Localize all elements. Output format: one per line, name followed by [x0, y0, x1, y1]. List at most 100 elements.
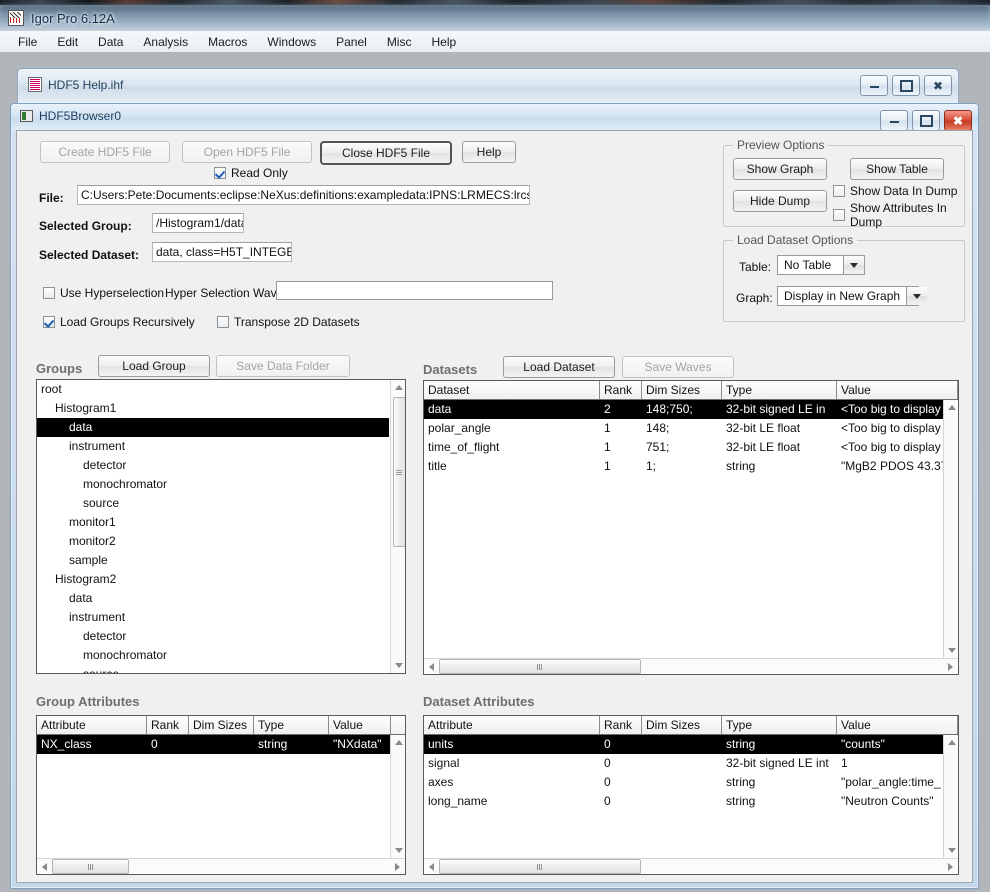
column-header[interactable]: Attribute — [424, 716, 600, 734]
table-row[interactable]: signal032-bit signed LE int1 — [424, 754, 958, 773]
browser-window-controls[interactable]: ✖ — [880, 110, 972, 131]
scroll-left-icon[interactable] — [424, 859, 439, 874]
help-window-controls[interactable]: ✖ — [860, 75, 952, 96]
scroll-down-icon[interactable] — [391, 658, 406, 673]
help-minimize-button[interactable] — [860, 75, 888, 96]
group-tree-item[interactable]: detector — [37, 627, 389, 646]
groups-tree-items[interactable]: rootHistogram1datainstrumentdetectormono… — [37, 380, 389, 674]
graph-popup-menu[interactable]: Display in New Graph — [777, 286, 919, 306]
table-row[interactable]: units0string"counts" — [424, 735, 958, 754]
group-tree-item[interactable]: detector — [37, 456, 389, 475]
read-only-checkbox[interactable]: Read Only — [214, 166, 288, 180]
column-header[interactable]: Type — [254, 716, 329, 734]
create-hdf5-file-button[interactable]: Create HDF5 File — [40, 141, 170, 163]
group-tree-item[interactable]: monochromator — [37, 475, 389, 494]
table-row[interactable]: long_name0string"Neutron Counts" — [424, 792, 958, 811]
browser-restore-button[interactable] — [912, 110, 940, 131]
scroll-left-icon[interactable] — [424, 659, 439, 674]
dataset-attributes-vscrollbar[interactable] — [943, 735, 958, 858]
hyper-selection-wave-input[interactable] — [276, 281, 553, 300]
selected-dataset-field[interactable]: data, class=H5T_INTEGER — [152, 242, 292, 262]
column-header[interactable]: Attribute — [37, 716, 147, 734]
load-dataset-button[interactable]: Load Dataset — [503, 356, 615, 378]
group-tree-item[interactable]: data — [37, 589, 389, 608]
column-header[interactable]: Rank — [600, 381, 642, 399]
file-path-field[interactable]: C:Users:Pete:Documents:eclipse:NeXus:def… — [77, 185, 530, 205]
groups-tree-listbox[interactable]: rootHistogram1datainstrumentdetectormono… — [36, 379, 406, 674]
menu-analysis[interactable]: Analysis — [133, 33, 198, 51]
scroll-down-icon[interactable] — [944, 643, 959, 658]
show-data-in-dump-checkbox[interactable]: Show Data In Dump — [833, 184, 957, 198]
table-row[interactable]: axes0string"polar_angle:time_ — [424, 773, 958, 792]
column-header[interactable]: Value — [837, 381, 958, 399]
group-attributes-vscrollbar[interactable] — [390, 735, 405, 858]
menu-panel[interactable]: Panel — [326, 33, 377, 51]
table-row[interactable]: time_of_flight1751;32-bit LE float<Too b… — [424, 438, 958, 457]
column-header[interactable]: Type — [722, 381, 837, 399]
datasets-hscroll-thumb[interactable] — [439, 659, 641, 674]
group-tree-item[interactable]: Histogram2 — [37, 570, 389, 589]
table-row[interactable]: title11;string"MgB2 PDOS 43.37 — [424, 457, 958, 476]
group-tree-item[interactable]: Histogram1 — [37, 399, 389, 418]
menu-macros[interactable]: Macros — [198, 33, 257, 51]
save-data-folder-button[interactable]: Save Data Folder — [216, 355, 350, 377]
scroll-down-icon[interactable] — [944, 843, 959, 858]
dataset-attributes-body[interactable]: units0string"counts"signal032-bit signed… — [424, 735, 958, 811]
browser-minimize-button[interactable] — [880, 110, 908, 131]
menu-data[interactable]: Data — [88, 33, 133, 51]
column-header[interactable]: Rank — [600, 716, 642, 734]
scroll-right-icon[interactable] — [943, 659, 958, 674]
group-tree-item[interactable]: source — [37, 494, 389, 513]
show-attributes-in-dump-checkbox[interactable]: Show Attributes In Dump — [833, 201, 972, 229]
datasets-table[interactable]: DatasetRankDim SizesTypeValue data2148;7… — [423, 380, 959, 675]
group-attributes-body[interactable]: NX_class0string"NXdata" — [37, 735, 405, 754]
groups-scroll-thumb[interactable] — [393, 397, 406, 547]
group-tree-item[interactable]: instrument — [37, 437, 389, 456]
column-header[interactable]: Dim Sizes — [642, 716, 722, 734]
menu-bar[interactable]: File Edit Data Analysis Macros Windows P… — [0, 31, 990, 53]
table-popup-menu[interactable]: No Table — [777, 255, 865, 275]
browser-close-button[interactable]: ✖ — [944, 110, 972, 131]
column-header[interactable]: Dim Sizes — [642, 381, 722, 399]
hdf5-help-window[interactable]: HDF5 Help.ihf ✖ — [17, 68, 959, 103]
datasets-vertical-scrollbar[interactable] — [943, 400, 958, 658]
help-close-button[interactable]: ✖ — [924, 75, 952, 96]
datasets-horizontal-scrollbar[interactable] — [424, 658, 958, 674]
column-header[interactable]: Dataset — [424, 381, 600, 399]
dattr-hscroll-thumb[interactable] — [439, 859, 641, 874]
use-hyperselection-checkbox[interactable]: Use Hyperselection — [43, 286, 164, 300]
scroll-left-icon[interactable] — [37, 859, 52, 874]
close-hdf5-file-button[interactable]: Close HDF5 File — [320, 141, 452, 165]
datasets-table-body[interactable]: data2148;750;32-bit signed LE in<Too big… — [424, 400, 958, 476]
menu-help[interactable]: Help — [421, 33, 466, 51]
scroll-up-icon[interactable] — [391, 735, 406, 750]
chevron-down-icon[interactable] — [906, 287, 927, 305]
open-hdf5-file-button[interactable]: Open HDF5 File — [182, 141, 312, 163]
help-window-titlebar[interactable]: HDF5 Help.ihf — [28, 77, 123, 92]
gattr-hscroll-thumb[interactable] — [52, 859, 129, 874]
group-tree-item[interactable]: instrument — [37, 608, 389, 627]
scroll-down-icon[interactable] — [391, 843, 406, 858]
transpose-2d-datasets-checkbox[interactable]: Transpose 2D Datasets — [217, 315, 360, 329]
group-tree-item[interactable]: sample — [37, 551, 389, 570]
column-header[interactable]: Value — [837, 716, 958, 734]
hdf5-browser-window[interactable]: HDF5Browser0 ✖ Create HDF5 File Open HDF… — [10, 103, 979, 889]
selected-group-field[interactable]: /Histogram1/data — [152, 213, 244, 233]
table-row[interactable]: NX_class0string"NXdata" — [37, 735, 405, 754]
save-waves-button[interactable]: Save Waves — [622, 356, 734, 378]
group-tree-item[interactable]: monochromator — [37, 646, 389, 665]
dataset-attributes-table[interactable]: AttributeRankDim SizesTypeValue units0st… — [423, 715, 959, 875]
show-table-button[interactable]: Show Table — [850, 158, 944, 180]
dataset-attributes-hscrollbar[interactable] — [424, 858, 958, 874]
group-tree-item[interactable]: monitor2 — [37, 532, 389, 551]
scroll-up-icon[interactable] — [944, 735, 959, 750]
load-group-button[interactable]: Load Group — [98, 355, 210, 377]
browser-window-titlebar[interactable]: HDF5Browser0 ✖ — [11, 104, 978, 130]
group-tree-item[interactable]: source — [37, 665, 389, 674]
group-tree-item[interactable]: data — [37, 418, 389, 437]
menu-windows[interactable]: Windows — [257, 33, 326, 51]
chevron-down-icon[interactable] — [843, 256, 864, 274]
scroll-up-icon[interactable] — [391, 380, 406, 395]
help-button[interactable]: Help — [462, 141, 516, 163]
show-graph-button[interactable]: Show Graph — [733, 158, 827, 180]
